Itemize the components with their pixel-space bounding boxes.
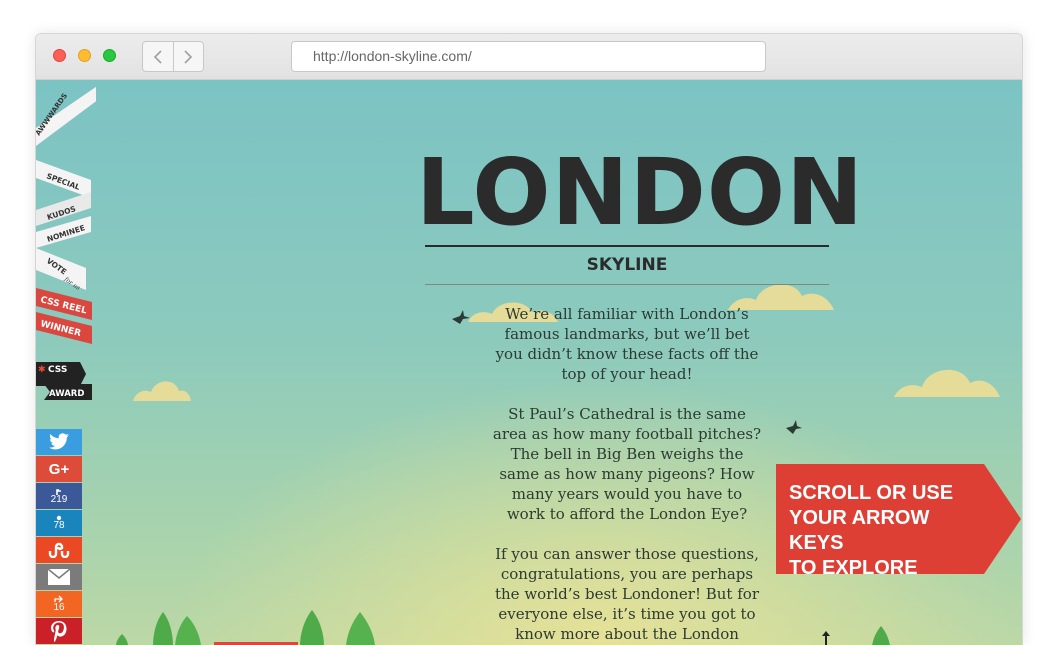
more-share-button[interactable]: 16 <box>36 591 82 617</box>
page-title: LONDON <box>416 139 865 246</box>
email-share-button[interactable] <box>36 564 82 590</box>
stumbleupon-icon <box>48 542 70 558</box>
intro-paragraph: We’re all familiar with London’s famous … <box>495 305 759 383</box>
chevron-right-icon <box>184 49 193 64</box>
title-divider <box>425 245 829 247</box>
maximize-window-button[interactable] <box>103 49 116 62</box>
pinterest-icon <box>51 621 67 642</box>
scroll-hint-line: YOUR ARROW KEYS <box>789 507 930 554</box>
browser-window: http://london-skyline.com/ AWWWARDS SPEC… <box>35 33 1023 645</box>
google-plus-share-button[interactable]: G+ <box>36 456 82 482</box>
street-lamp-illustration <box>822 631 830 645</box>
history-nav <box>142 41 204 72</box>
minimize-window-button[interactable] <box>78 49 91 62</box>
scroll-hint-text: SCROLL OR USE YOUR ARROW KEYS TO EXPLORE <box>789 481 989 581</box>
scroll-hint-line: SCROLL OR USE <box>789 482 954 504</box>
scroll-hint-line: TO EXPLORE <box>789 557 918 579</box>
subtitle-divider <box>425 284 829 285</box>
google-plus-icon: G+ <box>48 460 70 478</box>
cloud-illustration <box>133 381 191 401</box>
facebook-share-button[interactable]: 219 <box>36 483 82 509</box>
social-share-bar: G+ 219 78 16 <box>36 429 82 645</box>
forward-button[interactable] <box>172 42 203 71</box>
bird-illustration <box>786 420 802 434</box>
browser-titlebar: http://london-skyline.com/ <box>36 34 1022 80</box>
pinterest-share-button[interactable] <box>36 618 82 644</box>
award-label: AWARD <box>49 389 84 399</box>
back-button[interactable] <box>143 42 173 71</box>
linkedin-share-button[interactable]: 78 <box>36 510 82 536</box>
address-bar[interactable]: http://london-skyline.com/ <box>291 41 766 72</box>
intro-paragraph: St Paul’s Cathedral is the same area as … <box>492 405 762 523</box>
tree-illustration <box>153 612 201 645</box>
page-subtitle: SKYLINE <box>586 255 668 275</box>
scroll-hint-banner[interactable]: SCROLL OR USE YOUR ARROW KEYS TO EXPLORE <box>776 464 1021 579</box>
page-viewport[interactable]: AWWWARDS SPECIAL KUDOS NOMINEE VOTE for … <box>36 80 1022 645</box>
css-award-badge[interactable]: CSS <box>48 365 67 375</box>
bird-illustration <box>452 310 470 324</box>
svg-text:✱: ✱ <box>38 365 46 375</box>
share-count: 219 <box>50 494 68 505</box>
mail-icon <box>48 569 70 585</box>
hero-header: LONDON <box>416 139 865 246</box>
award-ribbons: AWWWARDS SPECIAL KUDOS NOMINEE VOTE for … <box>36 86 96 400</box>
cloud-illustration <box>894 369 1000 397</box>
twitter-share-button[interactable] <box>36 429 82 455</box>
tree-illustration <box>300 610 375 645</box>
tree-illustration <box>116 634 128 645</box>
chevron-left-icon <box>153 49 162 64</box>
tree-illustration <box>872 626 890 645</box>
twitter-icon <box>49 433 69 450</box>
intro-paragraph: If you can answer those questions, congr… <box>494 545 759 643</box>
share-count: 78 <box>53 520 65 531</box>
intro-text: We’re all familiar with London’s famous … <box>491 304 763 645</box>
share-count: 16 <box>53 602 65 613</box>
stumbleupon-share-button[interactable] <box>36 537 82 563</box>
close-window-button[interactable] <box>53 49 66 62</box>
